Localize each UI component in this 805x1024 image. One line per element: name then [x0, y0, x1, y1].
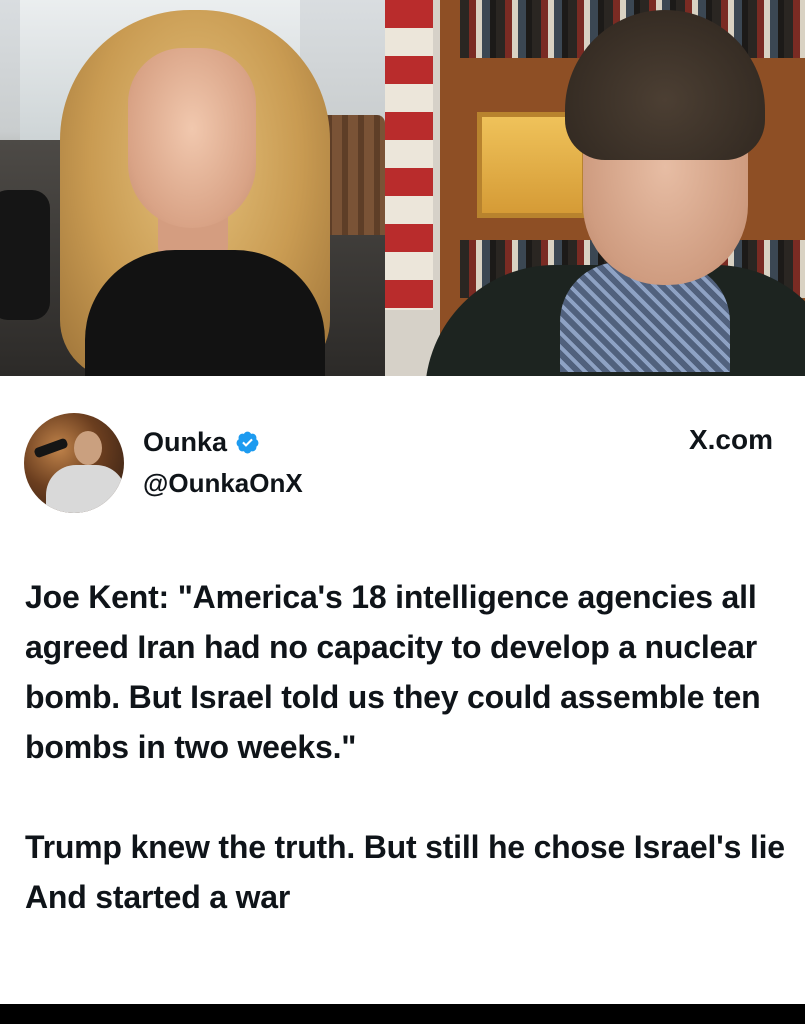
- tweet-paragraph: Joe Kent: "America's 18 intelligence age…: [25, 579, 761, 765]
- author-handle[interactable]: @OunkaOnX: [143, 468, 303, 499]
- tweet-paragraph: Trump knew the truth. But still he chose…: [25, 829, 785, 915]
- american-flag: [385, 0, 433, 310]
- avatar[interactable]: [24, 413, 124, 513]
- host-body: [85, 250, 325, 376]
- avatar-figure-head: [74, 431, 102, 465]
- host-video-panel: [0, 0, 385, 376]
- site-label: X.com: [688, 424, 773, 455]
- tweet-card: Ounka @OunkaOnX X.com Joe Kent: "America…: [0, 376, 805, 1004]
- bottom-border: [0, 1004, 805, 1024]
- avatar-microphone: [33, 437, 69, 459]
- host-face: [128, 48, 256, 228]
- guest-video-panel: [385, 0, 805, 376]
- tweet-text: Joe Kent: "America's 18 intelligence age…: [25, 572, 785, 922]
- video-still: [0, 0, 805, 376]
- author-name-row: Ounka: [143, 425, 260, 459]
- avatar-figure-body: [46, 465, 124, 513]
- verified-badge-icon: [236, 431, 259, 453]
- display-name[interactable]: Ounka: [143, 427, 227, 458]
- microphone: [0, 190, 50, 320]
